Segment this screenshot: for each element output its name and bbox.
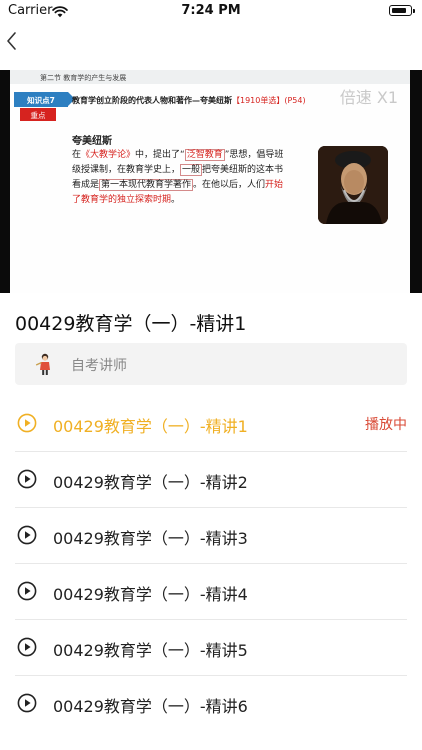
slide-title-text: 教育学创立阶段的代表人物和著作—夸美纽斯 xyxy=(72,96,232,105)
slide-section-header: 第二节 教育学的产生与发展 xyxy=(10,70,410,84)
body-text: 中，提出了“ xyxy=(135,150,185,160)
status-bar: Carrier 7:24 PM xyxy=(0,0,422,22)
lecture-slide: 第二节 教育学的产生与发展 知识点7 重点 教育学创立阶段的代表人物和著作—夸美… xyxy=(10,70,410,293)
play-icon xyxy=(17,525,37,545)
list-item[interactable]: 00429教育学（一）-精讲1 播放中 xyxy=(15,396,407,452)
course-title: 00429教育学（一）-精讲1 xyxy=(15,313,247,335)
list-item[interactable]: 00429教育学（一）-精讲3 xyxy=(15,508,407,564)
lesson-list: 00429教育学（一）-精讲1 播放中 00429教育学（一）-精讲2 0042… xyxy=(0,396,422,732)
playing-status: 播放中 xyxy=(365,417,407,433)
body-text: 。在他以后，人们 xyxy=(193,180,266,190)
teacher-row[interactable]: 自考讲师 xyxy=(15,343,407,385)
list-item[interactable]: 00429教育学（一）-精讲4 xyxy=(15,564,407,620)
list-item[interactable]: 00429教育学（一）-精讲6 xyxy=(15,676,407,732)
playback-speed[interactable]: 倍速 X1 xyxy=(340,84,398,108)
body-highlight: 泛智教育 xyxy=(184,149,225,161)
key-point-badge: 重点 xyxy=(20,108,56,121)
slide-title-note: 【1910单选】(P54) xyxy=(232,96,306,105)
lesson-label: 00429教育学（一）-精讲5 xyxy=(53,641,248,660)
knowledge-point-badge: 知识点7 xyxy=(14,92,75,107)
body-highlight: 《大教学论》 xyxy=(81,150,136,160)
play-icon xyxy=(17,693,37,713)
back-chevron-icon[interactable] xyxy=(2,26,22,56)
battery-icon xyxy=(389,5,415,16)
list-item[interactable]: 00429教育学（一）-精讲5 xyxy=(15,620,407,676)
lesson-label: 00429教育学（一）-精讲3 xyxy=(53,529,248,548)
body-text: 。 xyxy=(171,195,181,205)
lesson-label: 00429教育学（一）-精讲4 xyxy=(53,585,248,604)
play-icon xyxy=(17,637,37,657)
video-player[interactable]: 第二节 教育学的产生与发展 知识点7 重点 教育学创立阶段的代表人物和著作—夸美… xyxy=(0,70,422,293)
teacher-avatar-icon xyxy=(33,352,57,376)
teacher-name: 自考讲师 xyxy=(71,358,127,374)
slide-title: 教育学创立阶段的代表人物和著作—夸美纽斯【1910单选】(P54) xyxy=(72,95,306,106)
portrait-image xyxy=(318,146,388,224)
body-boxed: 一般 xyxy=(180,164,203,176)
play-icon xyxy=(17,581,37,601)
lesson-label: 00429教育学（一）-精讲6 xyxy=(53,697,248,716)
body-text: 在 xyxy=(72,150,82,160)
lesson-label: 00429教育学（一）-精讲1 xyxy=(53,417,248,436)
slide-person-name: 夸美纽斯 xyxy=(72,136,112,147)
lesson-label: 00429教育学（一）-精讲2 xyxy=(53,473,248,492)
play-icon xyxy=(17,469,37,489)
status-time: 7:24 PM xyxy=(181,3,241,18)
play-icon xyxy=(17,413,37,433)
nav-bar xyxy=(0,22,422,66)
list-item[interactable]: 00429教育学（一）-精讲2 xyxy=(15,452,407,508)
slide-body-text: 在《大教学论》中，提出了“ 泛智教育 ”思想，倡导班级授课制，在教育学史上， 一般 把夸… xyxy=(72,148,292,208)
body-boxed: 第一本现代教育学著作 xyxy=(99,179,194,191)
